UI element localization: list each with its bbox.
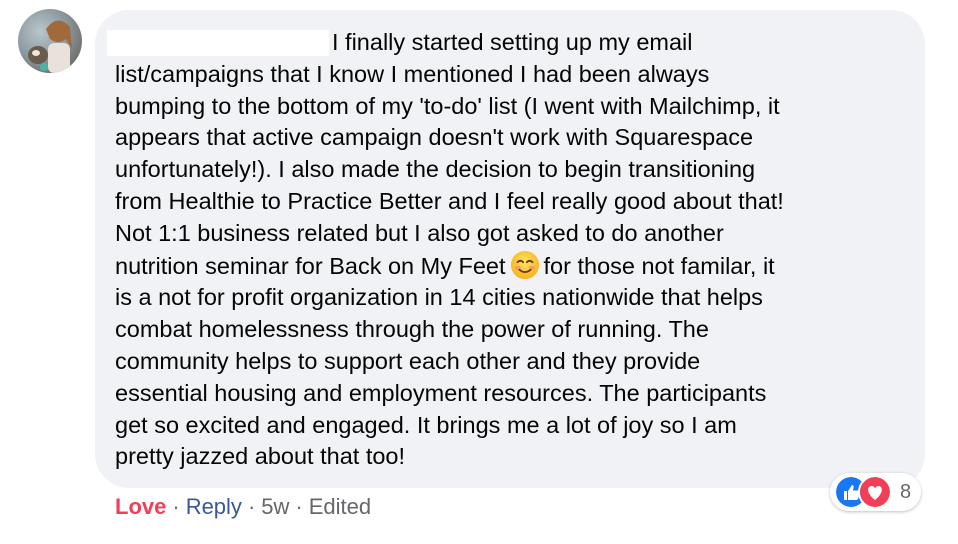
comment-line: pretty jazzed about that too!: [115, 443, 406, 470]
reaction-count: 8: [900, 480, 912, 503]
smiling-face-icon: [510, 250, 539, 279]
comment-line: from Healthie to Practice Better and I f…: [115, 187, 784, 214]
reactions-summary[interactable]: 8: [830, 473, 922, 511]
comment-line: get so excited and engaged. It brings me…: [115, 411, 737, 438]
comment-line: unfortunately!). I also made the decisio…: [115, 156, 756, 183]
timestamp-link[interactable]: 5w: [261, 494, 289, 520]
separator-dot: ·: [172, 494, 180, 519]
comment-line-with-emoji: nutrition seminar for Back on My Feet for…: [115, 250, 915, 283]
comment-line: combat homelessness through the power of…: [115, 316, 709, 343]
love-reaction-button[interactable]: Love: [115, 494, 166, 520]
comment-line: bumping to the bottom of my 'to-do' list…: [115, 92, 780, 119]
avatar-photo: [28, 20, 72, 73]
comment-line: essential housing and employment resourc…: [115, 379, 767, 406]
comment-line: I finally started setting up my email: [332, 29, 693, 55]
comment-actions: Love · Reply · 5w · Edited: [115, 494, 371, 520]
comment-text: I finally started setting up my email li…: [115, 27, 915, 473]
comment-line: community helps to support each other an…: [115, 347, 701, 374]
separator-dot: ·: [295, 494, 303, 519]
comment-line-segment: nutrition seminar for Back on My Feet: [115, 252, 506, 279]
comment-line-segment: for those not familar, it: [543, 252, 775, 279]
comment-line: Not 1:1 business related but I also got …: [115, 219, 724, 246]
comment-line: list/campaigns that I know I mentioned I…: [115, 60, 710, 87]
separator-dot: ·: [247, 494, 256, 519]
commenter-avatar[interactable]: [18, 9, 82, 73]
comment-line: appears that active campaign doesn't wor…: [115, 124, 754, 151]
love-icon: [858, 475, 892, 509]
reply-button[interactable]: Reply: [186, 494, 242, 520]
edited-label[interactable]: Edited: [309, 494, 371, 520]
comment-line: is a not for profit organization in 14 c…: [115, 284, 763, 311]
